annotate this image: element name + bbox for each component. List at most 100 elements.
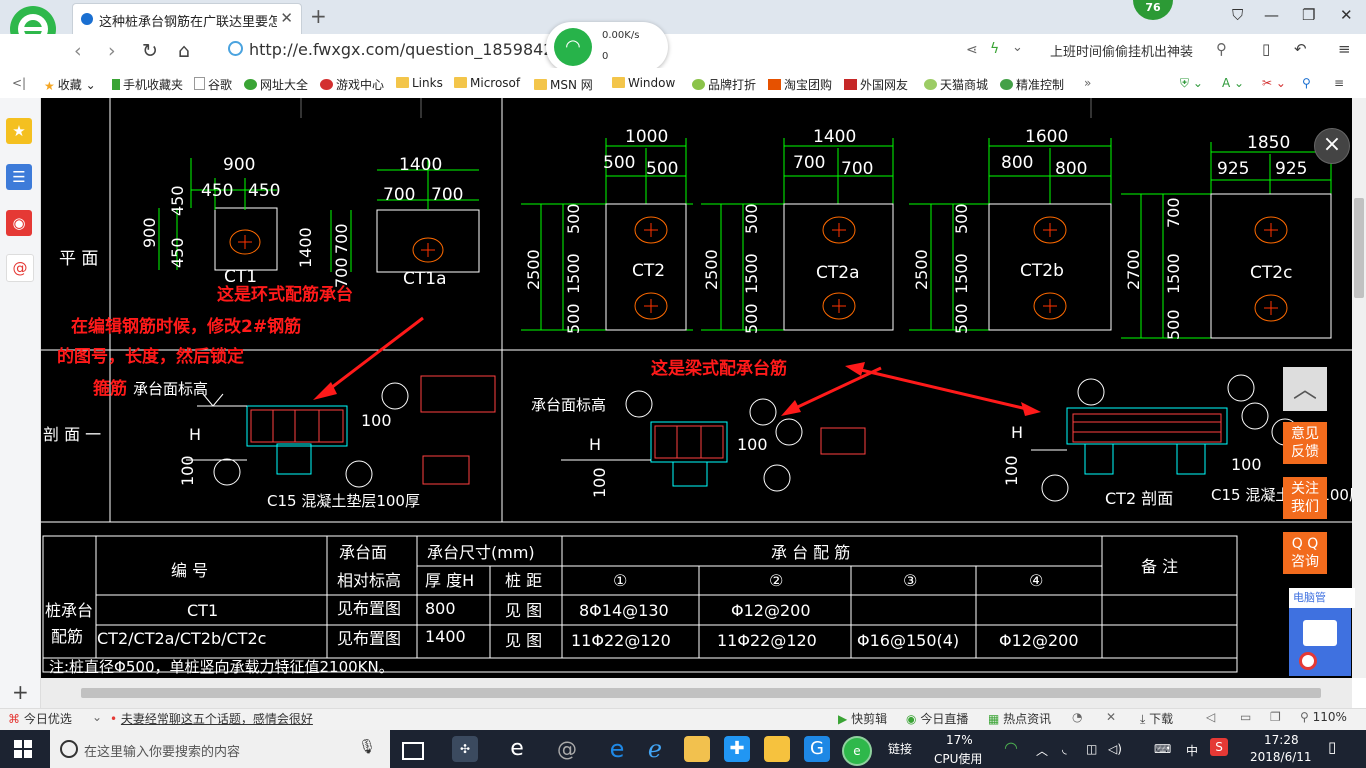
today-live[interactable]: ◉ 今日直播: [906, 710, 968, 727]
bookmark-links[interactable]: Links: [396, 76, 443, 90]
bookmark-msn[interactable]: MSN 网: [534, 76, 593, 93]
bookmarks-collapse-icon[interactable]: <|: [12, 76, 26, 90]
clock-date[interactable]: 2018/6/11: [1250, 750, 1312, 764]
bookmark-games[interactable]: 游戏中心: [320, 76, 384, 93]
share-icon[interactable]: ⋖: [966, 42, 978, 58]
chevron-down-icon[interactable]: ⌄: [92, 710, 102, 724]
quick-edit[interactable]: ▶ 快剪辑: [838, 710, 887, 727]
shirt-icon[interactable]: ⛉: [1232, 6, 1243, 24]
star-icon[interactable]: ★: [6, 118, 32, 144]
tab-close-icon[interactable]: ✕: [280, 9, 293, 27]
file-explorer-icon[interactable]: [684, 736, 710, 762]
clock-time[interactable]: 17:28: [1264, 733, 1299, 747]
refresh-icon[interactable]: ↻: [142, 40, 158, 62]
qq-consult-button[interactable]: Q Q 咨询: [1283, 532, 1327, 574]
input-language[interactable]: 中: [1186, 742, 1198, 759]
plus-app-icon[interactable]: ✚: [724, 736, 750, 762]
bookmark-brand-sale[interactable]: 品牌打折: [692, 76, 756, 93]
table-cell-r3: Φ16@150(4): [857, 631, 959, 650]
bookmark-windows[interactable]: Window: [612, 76, 675, 90]
internet-explorer-icon[interactable]: ℯ: [642, 736, 668, 762]
search-icon[interactable]: ⚲: [1216, 40, 1227, 58]
yuan-shield-icon[interactable]: ⛨ ⌄: [1180, 76, 1203, 91]
taskbar-search-box[interactable]: 在这里输入你要搜索的内容 🎙: [50, 730, 390, 768]
close-window-icon[interactable]: ✕: [1340, 6, 1353, 24]
bookmark-microsoft[interactable]: Microsof: [454, 76, 520, 90]
network-tray-icon[interactable]: ◟: [1062, 742, 1067, 756]
close-overlay-icon[interactable]: ×: [1314, 128, 1350, 164]
undo-icon[interactable]: ↶: [1294, 40, 1307, 58]
keyboard-icon[interactable]: ⌨: [1154, 742, 1171, 756]
phone-icon[interactable]: ▯: [1262, 40, 1270, 58]
weibo-icon[interactable]: ◉: [6, 210, 32, 236]
url-field[interactable]: http://e.fwxgx.com/question_1859842.htm: [228, 40, 591, 59]
mail-icon[interactable]: @: [6, 254, 34, 282]
browser-task-icon[interactable]: e: [842, 736, 872, 766]
hot-news[interactable]: ▦ 热点资讯: [988, 710, 1051, 727]
dim-700-v3: 700: [1164, 197, 1183, 228]
search-tool-icon[interactable]: ⚲: [1302, 76, 1311, 90]
volume-tray-icon[interactable]: ◁): [1108, 742, 1122, 756]
pin-icon[interactable]: ✕: [1106, 710, 1116, 724]
microphone-icon[interactable]: 🎙: [358, 739, 376, 755]
vertical-scroll-thumb[interactable]: [1354, 198, 1364, 298]
news-ticker[interactable]: • 夫妻经常聊这五个话题，感情会很好: [110, 710, 313, 727]
horizontal-scroll-thumb[interactable]: [81, 688, 1321, 698]
more-bookmarks-icon[interactable]: »: [1084, 76, 1091, 90]
bookmark-taobao[interactable]: 淘宝团购: [768, 76, 832, 93]
horizontal-scrollbar[interactable]: [41, 678, 1352, 708]
window-icon[interactable]: ▭: [1240, 710, 1251, 724]
restore-view-icon[interactable]: ❐: [1270, 710, 1281, 724]
add-sidebar-icon[interactable]: +: [12, 680, 29, 704]
lightning-icon[interactable]: ϟ: [990, 41, 999, 57]
zoom-level[interactable]: ⚲ 110%: [1300, 710, 1347, 724]
menu-icon[interactable]: ≡: [1338, 40, 1351, 58]
bookmark-favorites[interactable]: ★ 收藏 ⌄: [44, 76, 96, 93]
home-icon[interactable]: ⌂: [178, 40, 190, 62]
search-suggestion[interactable]: 上班时间偷偷挂机出神装: [1050, 41, 1193, 60]
wifi-tray-icon[interactable]: ◠: [1004, 738, 1018, 757]
link-label[interactable]: 链接: [888, 740, 912, 757]
notes-app-icon[interactable]: [764, 736, 790, 762]
download[interactable]: ⤓ 下载: [1140, 710, 1173, 727]
today-picks[interactable]: ⌘ 今日优选: [8, 710, 72, 727]
follow-us-button[interactable]: 关注 我们: [1283, 477, 1327, 519]
bookmark-foreign[interactable]: 外国网友: [844, 76, 908, 93]
notifications-icon[interactable]: ▯: [1328, 738, 1336, 756]
spiral-icon[interactable]: @: [554, 736, 580, 762]
cap-label-ct2b: CT2b: [1020, 261, 1064, 281]
translate-icon[interactable]: A ⌄: [1222, 76, 1244, 90]
forward-icon[interactable]: ›: [108, 40, 116, 62]
restore-icon[interactable]: ❐: [1302, 6, 1315, 24]
table-header-size: 承台尺寸(mm): [427, 543, 535, 562]
back-to-top-icon[interactable]: ︿: [1283, 367, 1327, 411]
guanglianda-icon[interactable]: G: [804, 736, 830, 762]
ie-e-icon[interactable]: e: [504, 736, 530, 762]
tray-expand-icon[interactable]: ︿: [1036, 742, 1048, 759]
task-view-icon[interactable]: [402, 742, 424, 760]
bookmark-google[interactable]: 谷歌: [194, 76, 232, 93]
speaker-icon[interactable]: ◁: [1206, 710, 1215, 724]
windows-start-icon[interactable]: [14, 740, 32, 758]
bookmark-sites[interactable]: 网址大全: [244, 76, 308, 93]
more-menu-icon[interactable]: ≡: [1334, 76, 1344, 90]
speed-icon[interactable]: ◔: [1072, 710, 1082, 724]
bookmark-tmall[interactable]: 天猫商城: [924, 76, 988, 93]
feedback-button[interactable]: 意见 反馈: [1283, 422, 1327, 464]
new-tab-icon[interactable]: +: [310, 4, 327, 28]
bookmark-precise[interactable]: 精准控制: [1000, 76, 1064, 93]
edge-icon[interactable]: e: [604, 736, 630, 762]
dim-500-v7: 500: [1164, 309, 1183, 340]
back-icon[interactable]: ‹: [74, 40, 82, 62]
list-icon[interactable]: ☰: [6, 164, 32, 190]
fan-icon[interactable]: ✣: [452, 736, 478, 762]
scissors-icon[interactable]: ✂ ⌄: [1262, 76, 1286, 90]
chevron-down-icon[interactable]: ⌄: [1012, 40, 1023, 55]
person-tray-icon[interactable]: ◫: [1086, 742, 1097, 756]
minimize-icon[interactable]: —: [1264, 6, 1279, 24]
browser-tab[interactable]: 这种桩承台钢筋在广联达里要怎么 ✕: [72, 3, 302, 34]
pc-manager-ad[interactable]: 电脑管: [1289, 588, 1355, 676]
sogou-icon[interactable]: S: [1210, 738, 1228, 756]
network-speed-widget[interactable]: ◠ 0.00K/s 0: [546, 22, 668, 72]
bookmark-mobile[interactable]: 手机收藏夹: [112, 76, 183, 93]
